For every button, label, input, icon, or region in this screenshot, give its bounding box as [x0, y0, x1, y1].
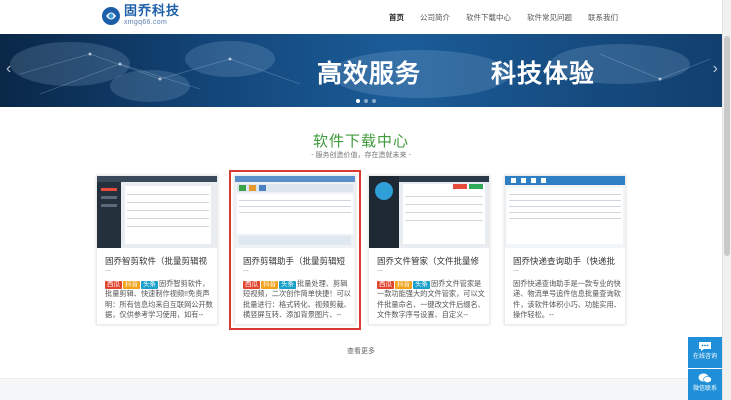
card-desc-text: 固乔快递查询助手是一款专业的快递、物流单号追件信息批量查询软件，该软件体积小巧、…: [513, 279, 621, 319]
logo-name: 固乔科技: [124, 4, 181, 19]
card-thumbnail: [235, 176, 355, 248]
software-card-highlighted[interactable]: 固乔剪辑助手（批量剪辑短 ... 西瓜 抖音 头条 批量处理、剪辑短视频，二次创作简单…: [229, 170, 361, 330]
card-description: 西瓜 抖音 头条 批量处理、剪辑短视频，二次创作简单快捷！可以批量进行：格式转化、视频…: [243, 279, 353, 320]
tag-badge: 抖音: [123, 281, 140, 289]
page-scrollbar[interactable]: [722, 0, 731, 400]
tag-badge: 抖音: [395, 281, 412, 289]
scrollbar-thumb[interactable]: [724, 36, 730, 256]
card-title[interactable]: 固乔快递查询助手（快递批: [513, 256, 621, 267]
nav-downloads[interactable]: 软件下载中心: [466, 12, 511, 23]
online-consult-label: 在线咨询: [692, 354, 717, 360]
tag-badge: 抖音: [261, 281, 278, 289]
banner-slogan-right: 科技体验: [491, 59, 596, 88]
software-card[interactable]: 固乔智剪软件（批量剪辑视 ... 西瓜 抖音 头条 固乔智剪软件，批量剪辑、快速制作视…: [96, 175, 218, 325]
software-card[interactable]: 固乔快递查询助手（快递批 ... 固乔快递查询助手是一款专业的快递、物流单号追件…: [504, 175, 626, 325]
logo[interactable]: 固乔科技 xmgq66.com: [101, 5, 180, 27]
chat-bubble-icon: [699, 342, 711, 351]
nav-about[interactable]: 公司简介: [420, 12, 450, 23]
wechat-contact-label: 微信联系: [692, 386, 717, 392]
tag-badge: 西瓜: [377, 281, 394, 289]
banner-prev-icon[interactable]: ‹: [6, 60, 11, 78]
card-thumbnail: [369, 176, 489, 248]
logo-icon: [101, 6, 121, 26]
wechat-contact-button[interactable]: 微信联系: [688, 369, 722, 400]
banner-dot[interactable]: [356, 99, 360, 103]
card-description: 固乔快递查询助手是一款专业的快递、物流单号追件信息批量查询软件，该软件体积小巧、…: [513, 279, 623, 320]
online-consult-button[interactable]: 在线咨询: [688, 337, 722, 368]
tag-badge: 西瓜: [243, 281, 260, 289]
software-card[interactable]: 固乔文件管家（文件批量修 ... 西瓜 抖音 头条 固乔文件管家是一款功能强大的文件管…: [368, 175, 490, 325]
card-thumbnail: [97, 176, 217, 248]
nav-contact[interactable]: 联系我们: [588, 12, 618, 23]
card-thumbnail: [505, 176, 625, 248]
view-more-link[interactable]: 查看更多: [0, 346, 722, 356]
card-title-ellipsis: ...: [513, 266, 519, 273]
nav-faq[interactable]: 软件常见问题: [527, 12, 572, 23]
nav-home[interactable]: 首页: [389, 12, 404, 23]
software-card-list: 固乔智剪软件（批量剪辑视 ... 西瓜 抖音 头条 固乔智剪软件，批量剪辑、快速制作视…: [96, 170, 626, 330]
banner-dot[interactable]: [372, 99, 376, 103]
footer-band: [0, 378, 722, 400]
banner-dot[interactable]: [364, 99, 368, 103]
card-description: 西瓜 抖音 头条 固乔智剪软件，批量剪辑、快速制作视频!!免责声明：所有信息均来自互联…: [105, 279, 215, 320]
card-title-ellipsis: ...: [105, 266, 111, 273]
card-title[interactable]: 固乔文件管家（文件批量修: [377, 256, 485, 267]
card-title-ellipsis: ...: [243, 266, 249, 273]
banner-next-icon[interactable]: ›: [713, 60, 718, 78]
section-title: 软件下载中心: [312, 133, 409, 150]
card-title-ellipsis: ...: [377, 266, 383, 273]
section-subtitle: - 服务创造价值，存在造就未来 -: [311, 152, 411, 159]
card-description: 西瓜 抖音 头条 固乔文件管家是一款功能强大的文件管家，可以文件批量命名、一键改文件后…: [377, 279, 487, 320]
card-title[interactable]: 固乔剪辑助手（批量剪辑短: [243, 256, 351, 267]
banner-slogan-left: 高效服务: [317, 59, 422, 88]
tag-badge: 头条: [279, 281, 296, 289]
tag-badge: 西瓜: [105, 281, 122, 289]
wechat-icon: [698, 373, 712, 384]
card-title[interactable]: 固乔智剪软件（批量剪辑视: [105, 256, 213, 267]
tag-badge: 头条: [413, 281, 430, 289]
main-nav: 首页 公司简介 软件下载中心 软件常见问题 联系我们: [373, 12, 618, 23]
site-header: 固乔科技 xmgq66.com 首页 公司简介 软件下载中心 软件常见问题 联系…: [0, 0, 731, 34]
logo-url: xmgq66.com: [124, 19, 168, 26]
tag-badge: 头条: [141, 281, 158, 289]
banner-pagination: [356, 99, 376, 103]
hero-banner[interactable]: ‹ › 高效服务 科技体验: [0, 34, 722, 107]
